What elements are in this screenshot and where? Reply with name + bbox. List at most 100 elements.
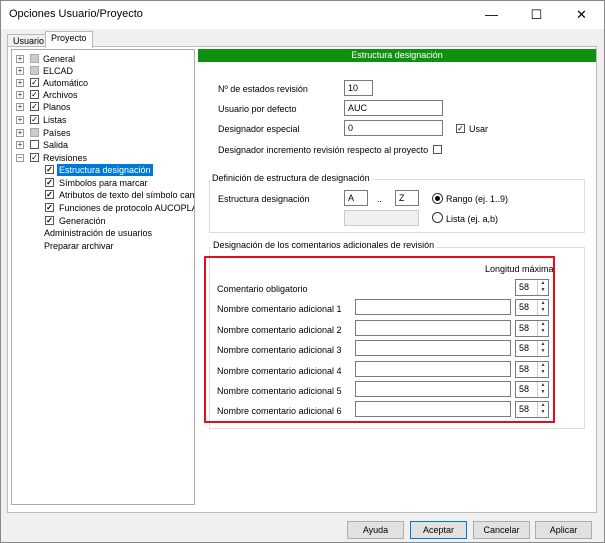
incremento-checkbox[interactable] bbox=[433, 145, 442, 154]
estructura-label: Estructura designación bbox=[218, 194, 310, 204]
tree-item-label: Salida bbox=[43, 140, 69, 150]
spinner-value: 58 bbox=[519, 364, 530, 374]
tree-item-preparar-archivar[interactable]: Preparar archivar bbox=[44, 240, 114, 252]
tree-item-label: General bbox=[43, 54, 76, 64]
collapse-icon[interactable]: − bbox=[16, 154, 24, 162]
expand-icon[interactable]: + bbox=[16, 129, 24, 137]
estructura-from-field[interactable]: A bbox=[344, 190, 368, 206]
spinner-arrows-icon[interactable]: ▲ ▼ bbox=[537, 362, 548, 377]
window-title: Opciones Usuario/Proyecto bbox=[9, 8, 143, 20]
title-bar: Opciones Usuario/Proyecto — ☐ ✕ bbox=[1, 1, 604, 29]
expand-icon[interactable]: + bbox=[16, 55, 24, 63]
aplicar-button[interactable]: Aplicar bbox=[535, 521, 592, 539]
comentario-label-1: Nombre comentario adicional 1 bbox=[217, 304, 342, 314]
comentario-obligatorio-spinner[interactable]: 58 ▲ ▼ bbox=[515, 279, 549, 296]
tree-item-label: Listas bbox=[43, 115, 67, 125]
comentario-field-2[interactable] bbox=[355, 320, 511, 336]
comentario-field-4[interactable] bbox=[355, 361, 511, 377]
expand-icon[interactable]: + bbox=[16, 116, 24, 124]
tree-item-label: Automático bbox=[43, 78, 89, 88]
tree-item-label: Atributos de texto del símbolo cambia bbox=[59, 190, 195, 200]
rango-radio[interactable] bbox=[432, 193, 443, 204]
tree-item-label: Países bbox=[43, 128, 71, 138]
checkbox-icon[interactable]: ✓ bbox=[30, 153, 39, 162]
checkbox-icon[interactable]: ✓ bbox=[45, 216, 54, 225]
spinner-value: 58 bbox=[519, 384, 530, 394]
comentario-field-1[interactable] bbox=[355, 299, 511, 315]
usuario-defecto-label: Usuario por defecto bbox=[218, 104, 297, 114]
num-estados-field[interactable]: 10 bbox=[344, 80, 373, 96]
spinner-value: 58 bbox=[519, 343, 530, 353]
close-button[interactable]: ✕ bbox=[559, 1, 604, 29]
checkbox-icon[interactable] bbox=[30, 140, 39, 149]
comentario-length-spinner-5[interactable]: 58 ▲ ▼ bbox=[515, 381, 549, 398]
range-separator: .. bbox=[377, 194, 383, 204]
tree-item-label: Funciones de protocolo AUCOPLAN bbox=[59, 203, 195, 213]
lista-radio[interactable] bbox=[432, 212, 443, 223]
spinner-arrows-icon[interactable]: ▲ ▼ bbox=[537, 402, 548, 417]
checkbox-icon[interactable]: ✓ bbox=[45, 165, 54, 174]
tree-item-label: Revisiones bbox=[43, 153, 88, 163]
comentario-label-5: Nombre comentario adicional 5 bbox=[217, 386, 342, 396]
cancelar-button[interactable]: Cancelar bbox=[473, 521, 530, 539]
comentario-label-2: Nombre comentario adicional 2 bbox=[217, 325, 342, 335]
incremento-label: Designador incremento revisión respecto … bbox=[218, 145, 429, 155]
checkbox-icon[interactable]: ✓ bbox=[45, 178, 54, 187]
comentario-length-spinner-2[interactable]: 58 ▲ ▼ bbox=[515, 320, 549, 337]
checkbox-icon[interactable]: ✓ bbox=[45, 190, 54, 199]
comentario-label-3: Nombre comentario adicional 3 bbox=[217, 345, 342, 355]
num-estados-label: Nº de estados revisión bbox=[218, 84, 308, 94]
options-window: Opciones Usuario/Proyecto — ☐ ✕ Usuario … bbox=[0, 0, 605, 543]
lista-field[interactable] bbox=[344, 210, 419, 226]
checkbox-icon[interactable] bbox=[30, 128, 39, 137]
comentario-field-3[interactable] bbox=[355, 340, 511, 356]
expand-icon[interactable]: + bbox=[16, 103, 24, 111]
maximize-button[interactable]: ☐ bbox=[514, 1, 559, 29]
tree-item-label: Generación bbox=[59, 216, 106, 226]
tree-item-administracion-usuarios[interactable]: Administración de usuarios bbox=[44, 227, 152, 239]
comentario-field-5[interactable] bbox=[355, 381, 511, 397]
aceptar-button[interactable]: Aceptar bbox=[410, 521, 467, 539]
checkbox-icon[interactable] bbox=[30, 66, 39, 75]
tree-item-label: ELCAD bbox=[43, 66, 74, 76]
minimize-button[interactable]: — bbox=[469, 1, 514, 29]
options-tree[interactable]: + General + ELCAD + ✓ Automático + ✓ Arc… bbox=[11, 49, 195, 505]
tree-item-label: Preparar archivar bbox=[44, 241, 114, 251]
expand-icon[interactable]: + bbox=[16, 141, 24, 149]
spinner-value: 58 bbox=[519, 404, 530, 414]
usuario-defecto-field[interactable]: AUC bbox=[344, 100, 443, 116]
estructura-group-title: Definición de estructura de designación bbox=[210, 173, 372, 183]
checkbox-icon[interactable]: ✓ bbox=[30, 90, 39, 99]
checkbox-icon[interactable]: ✓ bbox=[30, 102, 39, 111]
ayuda-button[interactable]: Ayuda bbox=[347, 521, 404, 539]
expand-icon[interactable]: + bbox=[16, 91, 24, 99]
expand-icon[interactable]: + bbox=[16, 67, 24, 75]
spinner-arrows-icon[interactable]: ▲ ▼ bbox=[537, 300, 548, 315]
spinner-arrows-icon[interactable]: ▲ ▼ bbox=[537, 382, 548, 397]
estructura-to-field[interactable]: Z bbox=[395, 190, 419, 206]
spinner-value: 58 bbox=[519, 302, 530, 312]
checkbox-icon[interactable]: ✓ bbox=[45, 203, 54, 212]
checkbox-icon[interactable] bbox=[30, 54, 39, 63]
comentario-obligatorio-label: Comentario obligatorio bbox=[217, 284, 308, 294]
spinner-arrows-icon[interactable]: ▲ ▼ bbox=[537, 280, 548, 295]
spinner-arrows-icon[interactable]: ▲ ▼ bbox=[537, 321, 548, 336]
checkbox-icon[interactable]: ✓ bbox=[30, 78, 39, 87]
spinner-value: 58 bbox=[519, 323, 530, 333]
usar-label: Usar bbox=[469, 124, 489, 134]
comentario-length-spinner-3[interactable]: 58 ▲ ▼ bbox=[515, 340, 549, 357]
checkbox-icon[interactable]: ✓ bbox=[30, 115, 39, 124]
usar-checkbox[interactable]: ✓ bbox=[456, 124, 465, 133]
comentarios-group-title: Designación de los comentarios adicional… bbox=[211, 240, 437, 250]
comentario-field-6[interactable] bbox=[355, 401, 511, 417]
spinner-value: 58 bbox=[519, 282, 530, 292]
expand-icon[interactable]: + bbox=[16, 79, 24, 87]
tree-item-label: Planos bbox=[43, 102, 71, 112]
comentario-length-spinner-1[interactable]: 58 ▲ ▼ bbox=[515, 299, 549, 316]
spinner-arrows-icon[interactable]: ▲ ▼ bbox=[537, 341, 548, 356]
designador-especial-field[interactable]: 0 bbox=[344, 120, 443, 136]
tree-item-label: Estructura designación bbox=[57, 164, 153, 176]
comentario-length-spinner-4[interactable]: 58 ▲ ▼ bbox=[515, 361, 549, 378]
comentario-length-spinner-6[interactable]: 58 ▲ ▼ bbox=[515, 401, 549, 418]
tab-proyecto[interactable]: Proyecto bbox=[45, 31, 93, 48]
